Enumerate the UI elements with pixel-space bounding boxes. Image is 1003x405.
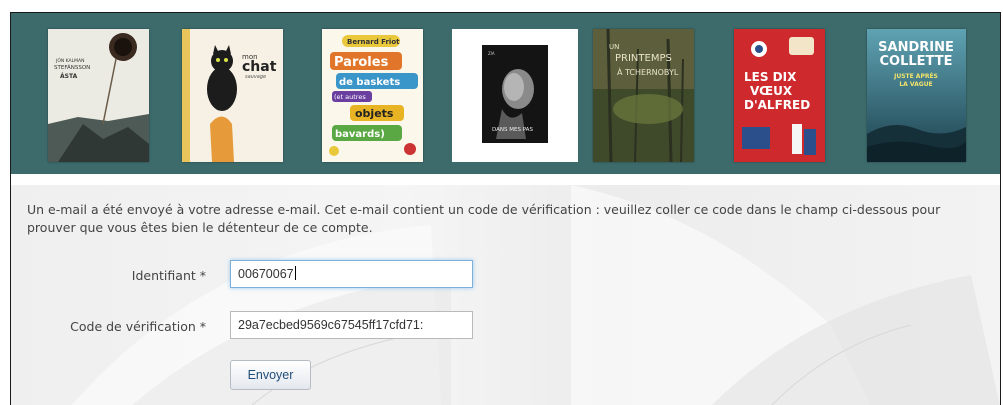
cover-paroles-word3: (et autres [334,93,366,101]
text-caret [294,266,296,280]
cover-pas-author: ZIA [488,51,495,56]
cover-voeux-line2: VŒUX [750,84,793,98]
cover-les-dix-voeux-dalfred[interactable]: LES DIX VŒUX D'ALFRED [734,29,825,162]
cover-paroles-author: Bernard Friot [347,38,400,46]
envoyer-button[interactable]: Envoyer [230,360,311,390]
cover-printemps-line3: À TCHERNOBYL [617,66,679,77]
code-label: Code de vérification * [70,319,206,334]
cover-vague-author2: COLLETTE [880,54,953,69]
cover-asta-author1: JÓN KALMAN [55,57,84,64]
cover-paroles-word4: objets [355,107,394,120]
cover-pas-title: DANS MES PAS [492,127,533,133]
cover-paroles-word5: bavards) [335,129,385,140]
cover-paroles-word1: Paroles [334,55,389,70]
cover-chat-subtitle: sauvage [245,74,266,80]
cover-printemps-line2: PRINTEMPS [615,53,672,64]
cover-printemps-line1: UN [609,43,619,51]
cover-dans-mes-pas[interactable]: ZIA DANS MES PAS [452,29,578,162]
cover-asta-title: ÁSTA [60,73,78,80]
cover-vague-author1: SANDRINE [878,40,954,55]
cover-un-printemps-a-tchernobyl[interactable]: UN PRINTEMPS À TCHERNOBYL [593,29,694,162]
code-input[interactable]: 29a7ecbed9569c67545ff17cfd71: [230,311,473,339]
cover-asta[interactable]: JÓN KALMAN STEFÁNSSON ÁSTA [48,29,149,162]
cover-voeux-line3: D'ALFRED [744,98,810,112]
cover-paroles-de-baskets[interactable]: Bernard Friot Paroles de baskets (et aut… [322,29,423,162]
identifiant-input[interactable]: 00670067 [230,260,473,288]
page-frame: JÓN KALMAN STEFÁNSSON ÁSTA mon chat sauv… [10,12,1001,405]
identifiant-value: 00670067 [238,267,294,281]
cover-juste-apres-la-vague[interactable]: SANDRINE COLLETTE JUSTE APRÈS LA VAGUE [867,29,966,162]
cover-vague-title1: JUSTE APRÈS [893,72,938,80]
cover-vague-title2: LA VAGUE [899,81,932,88]
cover-mon-chat-sauvage[interactable]: mon chat sauvage [182,29,283,162]
cover-paroles-word2: de baskets [339,77,400,88]
cover-asta-author2: STEFÁNSSON [54,64,90,71]
identifiant-label: Identifiant * [131,268,206,283]
cover-voeux-line1: LES DIX [744,70,797,84]
verification-message: Un e-mail a été envoyé à votre adresse e… [27,202,941,235]
book-cover-banner: JÓN KALMAN STEFÁNSSON ÁSTA mon chat sauv… [11,13,1000,174]
verification-panel: Un e-mail a été envoyé à votre adresse e… [11,185,1000,405]
cover-chat-title: chat [242,59,277,75]
